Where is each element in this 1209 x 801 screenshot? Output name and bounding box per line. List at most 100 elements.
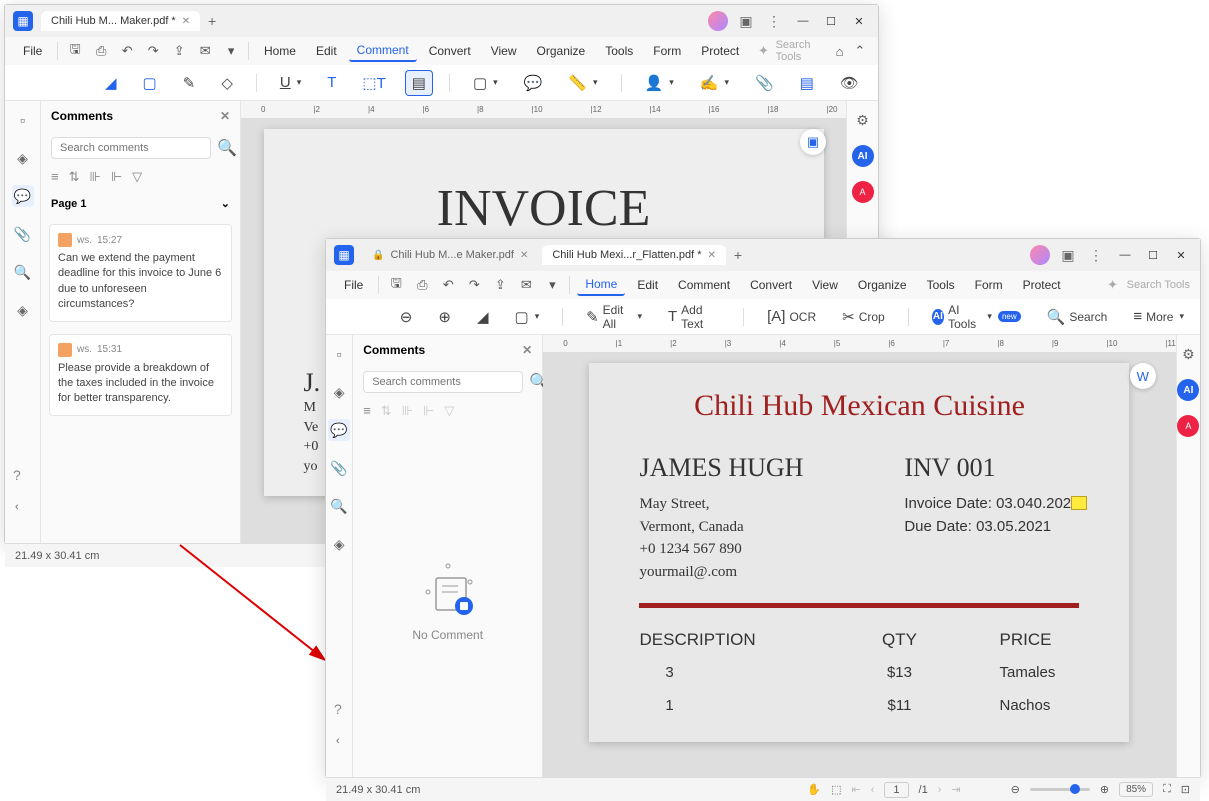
zoom-out-tool[interactable]: ⊖ [394,305,419,329]
menu-protect[interactable]: Protect [1015,275,1069,295]
zoom-value[interactable]: 85% [1119,782,1153,797]
attach-tool[interactable]: 📎 [749,71,780,95]
comment-item[interactable]: ws. 15:31 Please provide a breakdown of … [49,334,232,416]
collapse-icon[interactable]: ‹ [15,501,19,513]
next-page-icon[interactable]: › [938,784,942,796]
maximize-button[interactable]: ☐ [1142,244,1164,266]
edit-all-tool[interactable]: ✎Edit All▾ [580,300,648,334]
search-input[interactable] [51,137,211,159]
sort-icon[interactable]: ≡ [51,169,59,185]
dropdown-icon[interactable]: ▾ [221,41,241,61]
menu-organize[interactable]: Organize [529,41,594,61]
hide-comments-tool[interactable]: 👁 [834,71,865,95]
dropdown-icon[interactable]: ▾ [542,275,562,295]
menu-edit[interactable]: Edit [308,41,345,61]
undo-icon[interactable]: ↶ [438,275,458,295]
select-tool-icon[interactable]: ⬚ [831,783,841,796]
tab-active[interactable]: Chili Hub Mexi...r_Flatten.pdf * ✕ [542,245,726,265]
page-badge-icon[interactable]: ▣ [800,129,826,155]
search-input[interactable] [363,371,523,393]
tab-inactive[interactable]: 🔒 Chili Hub M...e Maker.pdf ✕ [362,245,538,265]
signature-tool[interactable]: ✍▾ [694,71,735,95]
callout-tool[interactable]: 💬 [518,71,549,95]
hand-tool-icon[interactable]: ✋ [807,783,821,796]
file-menu[interactable]: File [15,41,50,61]
tab-active[interactable]: Chili Hub M... Maker.pdf * ✕ [41,11,200,31]
underline-tool[interactable]: U▾ [274,71,307,94]
undo-icon[interactable]: ↶ [117,41,137,61]
area-highlight-tool[interactable]: ▢ [137,71,163,95]
zoom-in-tool[interactable]: ⊕ [432,305,457,329]
close-icon[interactable]: ✕ [182,16,190,27]
filter-icon-3[interactable]: ⊩ [111,169,122,185]
highlight-tool[interactable]: ◢ [471,305,495,329]
menu-view[interactable]: View [804,275,846,295]
search-rail-icon[interactable]: 🔍 [328,495,350,517]
menu-tools[interactable]: Tools [919,275,963,295]
last-page-icon[interactable]: ⇥ [951,783,960,796]
layers-icon[interactable]: ◈ [12,299,34,321]
ocr-badge-icon[interactable]: A [1177,415,1199,437]
more-icon[interactable]: ⋮ [764,11,784,31]
close-icon[interactable]: ✕ [520,250,528,261]
maximize-button[interactable]: ☐ [820,10,842,32]
crop-tool[interactable]: ✂Crop [836,305,891,329]
help-icon[interactable]: ? [334,701,342,717]
pencil-tool[interactable]: ✎ [177,71,202,95]
mail-icon[interactable]: ✉ [516,275,536,295]
more-tool[interactable]: ≡More▾ [1127,305,1190,328]
highlight-tool[interactable]: ◢ [99,71,123,95]
menu-organize[interactable]: Organize [850,275,915,295]
share-icon[interactable]: ⇪ [169,41,189,61]
tab-add-button[interactable]: + [730,247,746,263]
magic-icon[interactable]: ✦ [755,41,771,61]
ai-icon[interactable]: AI [1177,379,1199,401]
comments-rail-icon[interactable]: 💬 [12,185,34,207]
zoom-in-icon[interactable]: ⊕ [1100,783,1109,796]
more-icon[interactable]: ⋮ [1086,245,1106,265]
close-button[interactable]: ✕ [848,10,870,32]
save-icon[interactable]: 🖫 [386,275,406,295]
avatar[interactable] [708,11,728,31]
attachments-icon[interactable]: 📎 [12,223,34,245]
textbox-tool[interactable]: ⬚T [356,71,391,95]
menu-protect[interactable]: Protect [693,41,747,61]
zoom-slider[interactable] [1030,788,1090,791]
menu-edit[interactable]: Edit [629,275,666,295]
sort-icon[interactable]: ≡ [363,403,371,419]
cloud-up-icon[interactable]: ⌂ [831,41,847,61]
properties-icon[interactable]: ⚙ [852,109,874,131]
text-tool[interactable]: T [321,71,342,94]
ocr-badge-icon[interactable]: A [852,181,874,203]
menu-home[interactable]: Home [256,41,304,61]
ai-tools-button[interactable]: AIAI Tools▾new [926,300,1027,334]
insights-icon[interactable]: ▣ [1058,245,1078,265]
file-menu[interactable]: File [336,275,371,295]
search-rail-icon[interactable]: 🔍 [12,261,34,283]
fit-width-icon[interactable]: ⛶ [1163,783,1171,796]
pdf-page[interactable]: Chili Hub Mexican Cuisine JAMES HUGH May… [589,363,1129,742]
help-icon[interactable]: ? [13,467,21,483]
shape-tool[interactable]: ▢▾ [509,305,546,329]
menu-comment[interactable]: Comment [349,40,417,62]
search-tool[interactable]: 🔍Search [1041,305,1114,329]
magic-icon[interactable]: ✦ [1103,275,1123,295]
comment-item[interactable]: ws. 15:27 Can we extend the payment dead… [49,224,232,322]
prev-page-icon[interactable]: ‹ [871,784,875,796]
mail-icon[interactable]: ✉ [195,41,215,61]
add-text-tool[interactable]: TAdd Text [662,300,726,334]
redo-icon[interactable]: ↷ [143,41,163,61]
sticky-note-icon[interactable] [1071,496,1087,510]
comments-rail-icon[interactable]: 💬 [328,419,350,441]
bookmarks-icon[interactable]: ◈ [328,381,350,403]
thumbnails-icon[interactable]: ▫ [328,343,350,365]
attachments-icon[interactable]: 📎 [328,457,350,479]
eraser-tool[interactable]: ◇ [215,71,239,95]
menu-convert[interactable]: Convert [742,275,800,295]
redo-icon[interactable]: ↷ [464,275,484,295]
page-header[interactable]: Page 1 ⌄ [41,189,240,218]
menu-comment[interactable]: Comment [670,275,738,295]
menu-convert[interactable]: Convert [421,41,479,61]
first-page-icon[interactable]: ⇤ [852,783,861,796]
filter-icon-1[interactable]: ⇅ [69,169,80,185]
